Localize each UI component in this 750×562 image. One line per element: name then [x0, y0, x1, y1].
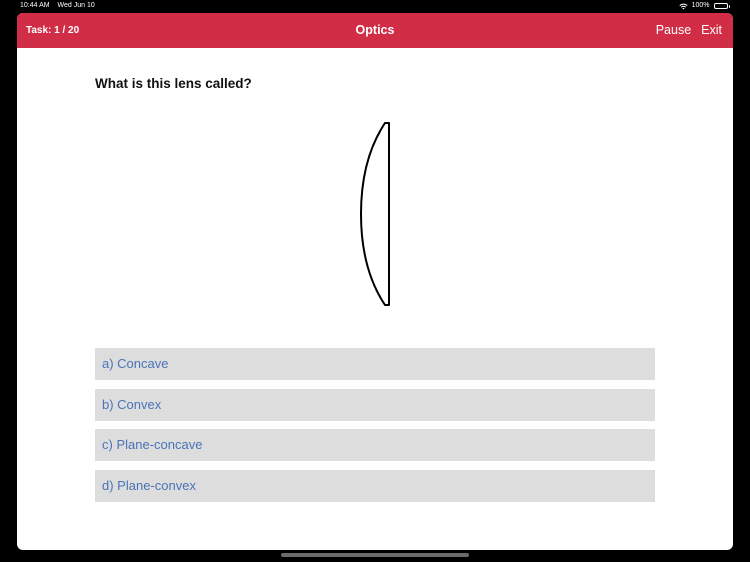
home-indicator[interactable] — [281, 553, 469, 557]
battery-icon — [713, 3, 730, 9]
battery-percent: 100% — [691, 2, 710, 9]
exit-button[interactable]: Exit — [701, 13, 722, 48]
status-bar: 10:44 AM Wed Jun 10 100% — [0, 0, 750, 12]
quiz-sheet: Task: 1 / 20 Optics Pause Exit What is t… — [17, 13, 733, 550]
status-bar-left: 10:44 AM Wed Jun 10 — [20, 0, 101, 12]
nav-title: Optics — [355, 23, 395, 37]
status-date: Wed Jun 10 — [57, 2, 95, 9]
pause-button[interactable]: Pause — [656, 13, 691, 48]
nav-actions: Pause Exit — [656, 13, 722, 48]
answer-list: a) Concave b) Convex c) Plane-concave d)… — [95, 348, 655, 510]
status-time: 10:44 AM — [20, 2, 50, 9]
question-text: What is this lens called? — [95, 76, 252, 91]
task-counter: Task: 1 / 20 — [26, 25, 80, 36]
answer-option-d[interactable]: d) Plane-convex — [95, 469, 655, 502]
plano-convex-lens-icon — [360, 122, 390, 306]
wifi-icon — [679, 3, 688, 9]
status-bar-right: 100% — [679, 0, 730, 12]
nav-bar: Task: 1 / 20 Optics Pause Exit — [17, 13, 733, 48]
answer-option-b[interactable]: b) Convex — [95, 388, 655, 421]
answer-option-c[interactable]: c) Plane-concave — [95, 429, 655, 461]
answer-option-a[interactable]: a) Concave — [95, 348, 655, 380]
